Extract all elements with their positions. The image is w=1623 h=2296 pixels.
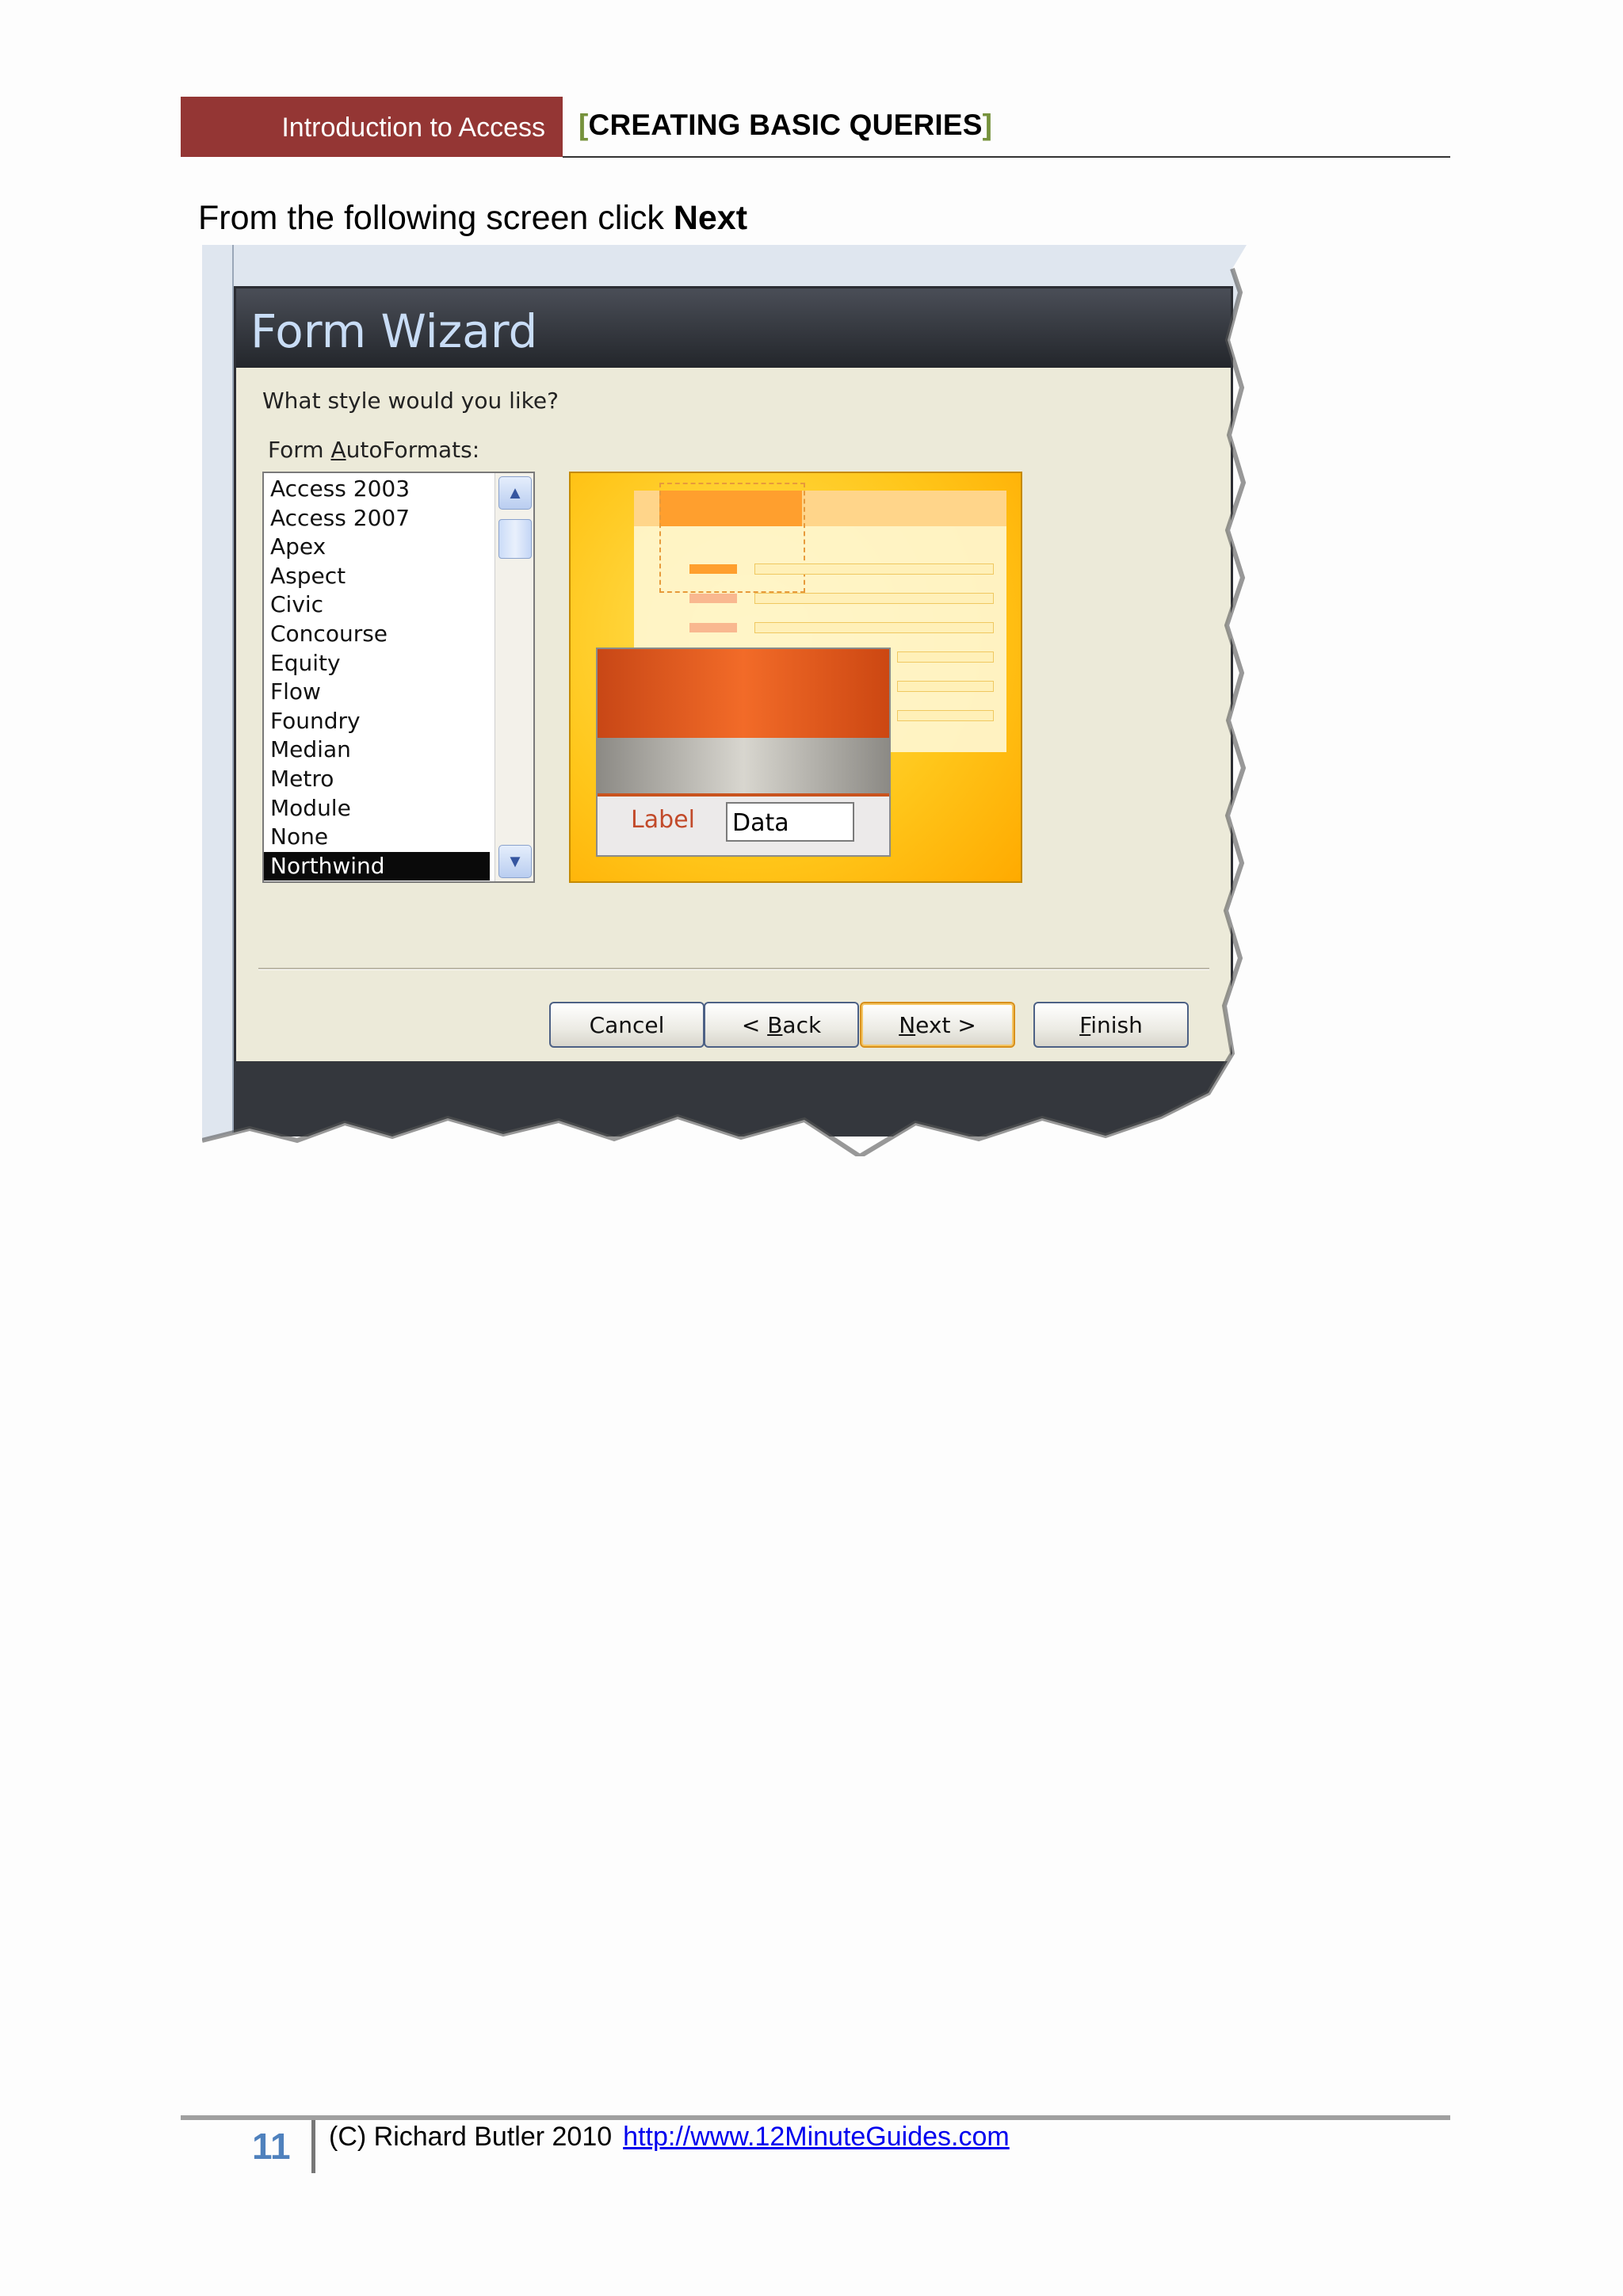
header-section-title: [CREATING BASIC QUERIES] bbox=[579, 109, 992, 142]
header-chapter: Introduction to Access bbox=[281, 113, 545, 143]
instruction-lead: From the following screen click bbox=[198, 199, 674, 237]
bracket-open: [ bbox=[579, 109, 589, 141]
footer-link[interactable]: http://www.12MinuteGuides.com bbox=[623, 2122, 1010, 2152]
footer-divider bbox=[311, 2120, 315, 2173]
bracket-close: ] bbox=[982, 109, 993, 141]
header-rule bbox=[563, 156, 1450, 158]
footer-text: (C) Richard Butler 2010 http://www.12Minu… bbox=[329, 2122, 1010, 2153]
footer-copyright: (C) Richard Butler 2010 bbox=[329, 2122, 613, 2152]
header-chapter-block: Introduction to Access bbox=[181, 97, 563, 157]
instruction-text: From the following screen click Next bbox=[198, 199, 747, 238]
torn-edge-shadow bbox=[202, 245, 1256, 1156]
instruction-emphasis: Next bbox=[673, 199, 748, 237]
footer-rule bbox=[181, 2115, 1450, 2120]
header-section: CREATING BASIC QUERIES bbox=[588, 109, 983, 141]
page-number: 11 bbox=[252, 2126, 291, 2167]
form-wizard-screenshot: Form Wizard What style would you like? F… bbox=[202, 245, 1256, 1156]
